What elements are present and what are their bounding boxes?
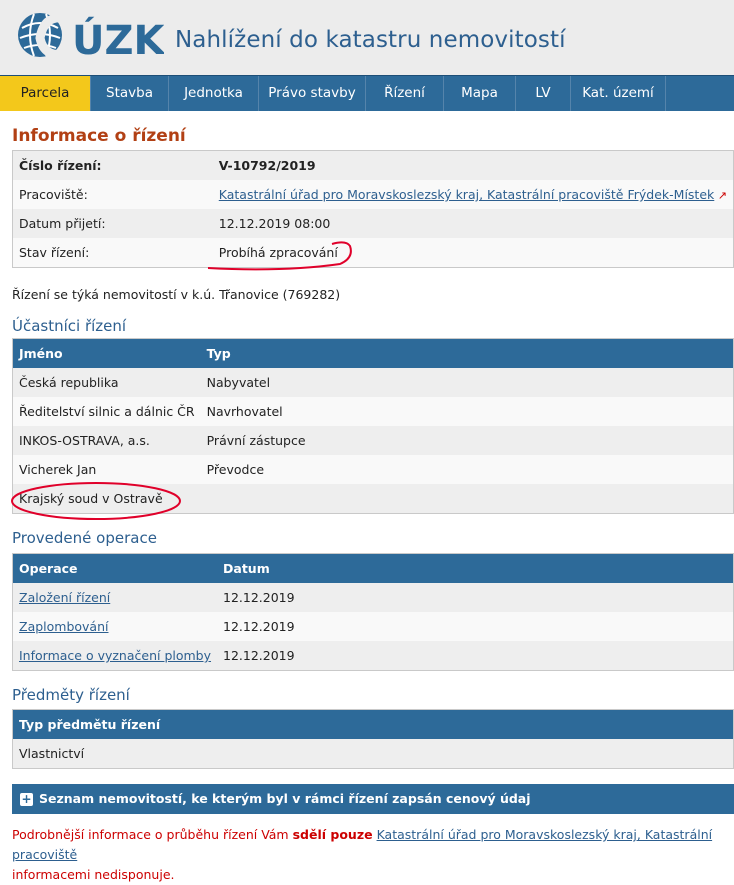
expand-plus-icon[interactable]: +	[20, 793, 33, 806]
column-header-subject-type: Typ předmětu řízení	[12, 709, 734, 739]
subject-type: Vlastnictví	[12, 739, 734, 769]
site-title: Nahlížení do katastru nemovitostí	[175, 27, 566, 53]
cuzk-logo[interactable]: ÚZK	[14, 8, 164, 66]
price-data-label: Seznam nemovitostí, ke kterým byl v rámc…	[39, 791, 531, 806]
tab-parcela[interactable]: Parcela	[0, 76, 91, 111]
tab-lv[interactable]: LV	[516, 76, 571, 111]
tab-kat-uzemi[interactable]: Kat. území	[571, 76, 666, 111]
table-row: Založení řízení 12.12.2019	[12, 583, 734, 612]
operations-heading: Provedené operace	[12, 529, 157, 547]
row-label: Číslo řízení:	[12, 150, 213, 180]
column-header-name: Jméno	[12, 338, 201, 368]
footer-text-2: informacemi nedisponuje.	[12, 867, 175, 882]
table-row: Stav řízení: Probíhá zpracování	[12, 238, 734, 268]
table-row: Krajský soud v Ostravě	[12, 484, 734, 514]
case-status: Probíhá zpracování	[212, 238, 734, 268]
operation-link[interactable]: Založení řízení	[19, 590, 110, 605]
participant-name: Krajský soud v Ostravě	[12, 484, 201, 514]
participant-name: Ředitelství silnic a dálnic ČR	[12, 397, 201, 426]
column-header-date: Datum	[217, 553, 734, 583]
participants-heading: Účastníci řízení	[12, 317, 127, 335]
table-row: Vlastnictví	[12, 739, 734, 769]
table-row: Datum přijetí: 12.12.2019 08:00	[12, 209, 734, 238]
row-label: Datum přijetí:	[12, 209, 213, 238]
participant-name: INKOS-OSTRAVA, a.s.	[12, 426, 201, 455]
price-data-expander[interactable]: + Seznam nemovitostí, ke kterým byl v rám…	[12, 784, 734, 814]
office-cell: Katastrální úřad pro Moravskoslezský kra…	[212, 180, 734, 209]
participant-name: Vicherek Jan	[12, 455, 201, 484]
received-date: 12.12.2019 08:00	[212, 209, 734, 238]
page-header: ÚZK Nahlížení do katastru nemovitostí	[0, 0, 734, 75]
office-link[interactable]: Katastrální úřad pro Moravskoslezský kra…	[219, 187, 715, 202]
subjects-table: Typ předmětu řízení Vlastnictví	[12, 709, 734, 769]
info-table: Číslo řízení: V-10792/2019 Pracoviště: K…	[12, 150, 734, 268]
row-label: Stav řízení:	[12, 238, 213, 268]
operation-link[interactable]: Zaplombování	[19, 619, 109, 634]
subjects-heading: Předměty řízení	[12, 686, 130, 704]
participant-type	[200, 484, 734, 514]
participant-type: Právní zástupce	[200, 426, 734, 455]
operation-date: 12.12.2019	[217, 641, 734, 671]
participant-name: Česká republika	[12, 368, 201, 397]
case-number: V-10792/2019	[212, 150, 734, 180]
operation-link[interactable]: Informace o vyznačení plomby	[19, 648, 211, 663]
column-header-operation: Operace	[12, 553, 218, 583]
table-row: INKOS-OSTRAVA, a.s. Právní zástupce	[12, 426, 734, 455]
table-header-row: Operace Datum	[12, 553, 734, 583]
table-row: Pracoviště: Katastrální úřad pro Moravsk…	[12, 180, 734, 209]
operations-table: Operace Datum Založení řízení 12.12.2019 …	[12, 553, 734, 671]
column-header-type: Typ	[200, 338, 734, 368]
table-header-row: Jméno Typ	[12, 338, 734, 368]
property-note: Řízení se týká nemovitostí v k.ú. Třanov…	[12, 287, 341, 302]
operation-date: 12.12.2019	[217, 612, 734, 641]
operation-date: 12.12.2019	[217, 583, 734, 612]
participants-table: Jméno Typ Česká republika Nabyvatel Ředit…	[12, 338, 734, 514]
participant-type: Navrhovatel	[200, 397, 734, 426]
tab-rizeni[interactable]: Řízení	[366, 76, 444, 111]
tab-stavba[interactable]: Stavba	[91, 76, 169, 111]
table-row: Zaplombování 12.12.2019	[12, 612, 734, 641]
external-link-icon[interactable]: ↗	[714, 189, 727, 202]
table-row: Číslo řízení: V-10792/2019	[12, 150, 734, 180]
main-navigation: Parcela Stavba Jednotka Právo stavby Říz…	[0, 75, 734, 111]
footer-text: Podrobnější informace o průběhu řízení V…	[12, 827, 293, 842]
tab-mapa[interactable]: Mapa	[444, 76, 516, 111]
tab-pravo-stavby[interactable]: Právo stavby	[259, 76, 366, 111]
table-row: Česká republika Nabyvatel	[12, 368, 734, 397]
row-label: Pracoviště:	[12, 180, 213, 209]
table-row: Ředitelství silnic a dálnic ČR Navrhovate…	[12, 397, 734, 426]
table-header-row: Typ předmětu řízení	[12, 709, 734, 739]
svg-text:ÚZK: ÚZK	[72, 16, 164, 64]
footer-note: Podrobnější informace o průběhu řízení V…	[12, 825, 734, 885]
participant-type: Převodce	[200, 455, 734, 484]
page-title: Informace o řízení	[12, 126, 186, 146]
participant-type: Nabyvatel	[200, 368, 734, 397]
table-row: Informace o vyznačení plomby 12.12.2019	[12, 641, 734, 671]
footer-bold: sdělí pouze	[292, 827, 373, 842]
table-row: Vicherek Jan Převodce	[12, 455, 734, 484]
tab-jednotka[interactable]: Jednotka	[169, 76, 259, 111]
